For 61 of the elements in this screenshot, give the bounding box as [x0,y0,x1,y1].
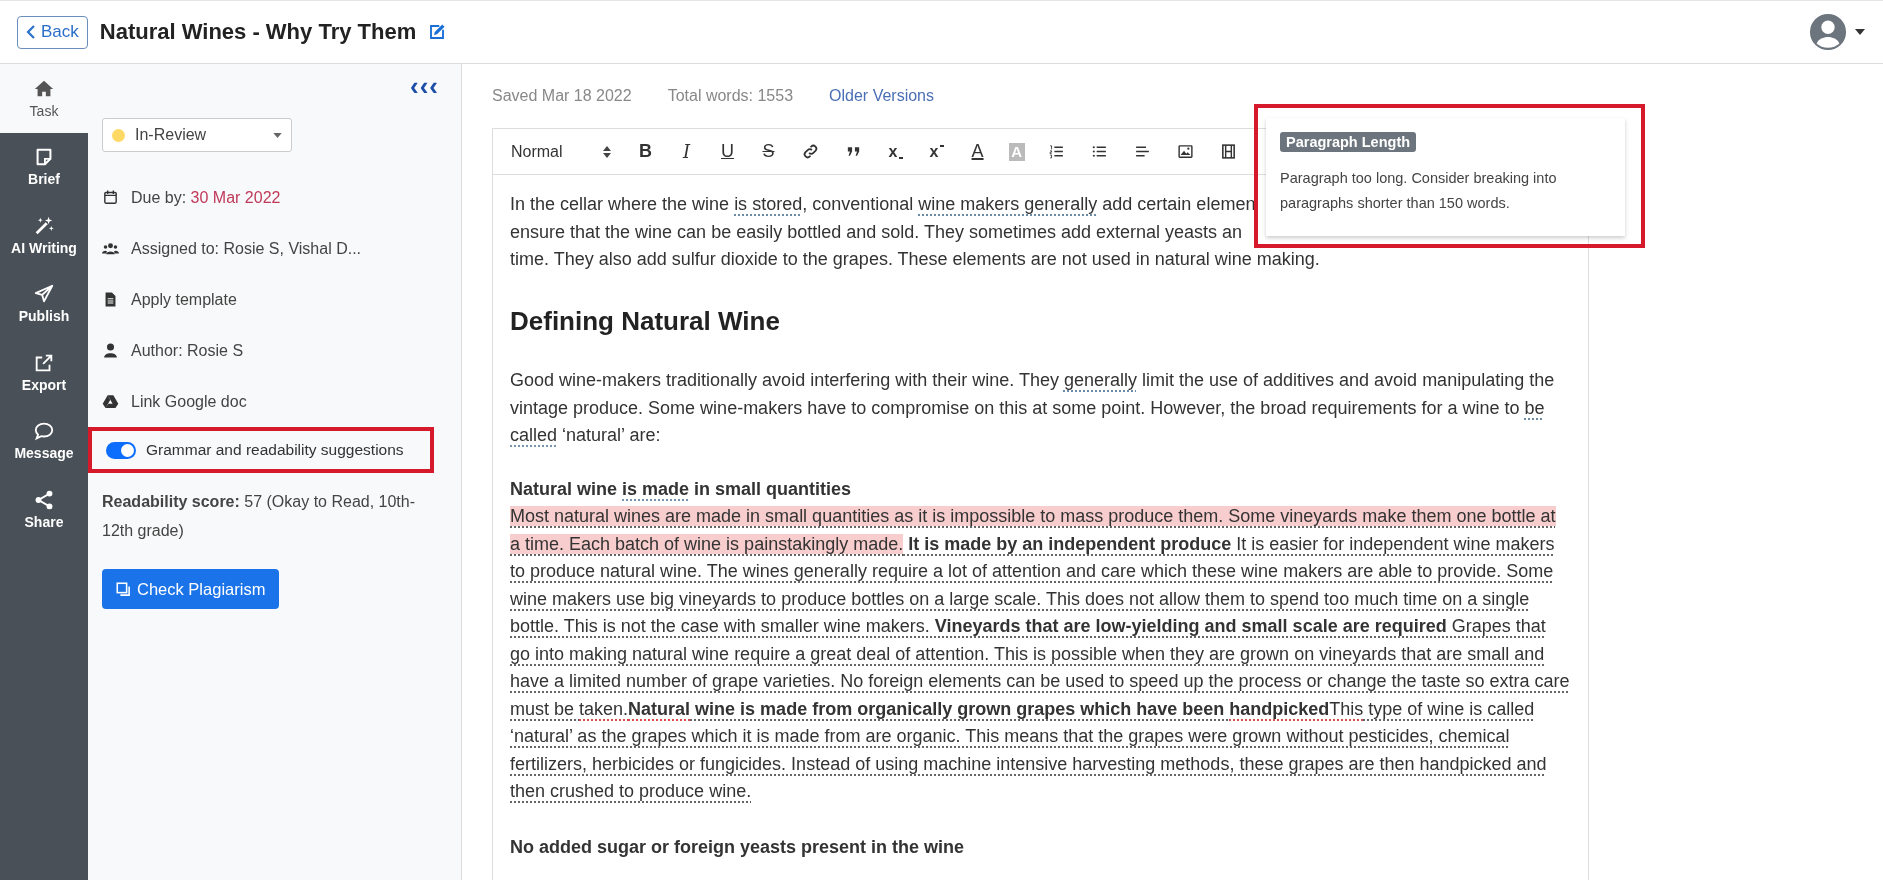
toggle-label: Grammar and readability suggestions [146,441,404,459]
saved-date: Saved Mar 18 2022 [492,87,632,105]
users-icon [102,240,119,257]
sidebar-item[interactable]: Export [0,338,88,407]
sidebar-item[interactable]: Brief [0,132,88,201]
sort-arrows-icon [602,145,611,158]
older-versions-link[interactable]: Older Versions [829,87,934,105]
share-icon [33,488,55,511]
bullet-list-icon[interactable] [1091,143,1109,160]
align-left-icon[interactable] [1134,143,1152,160]
detail-text: Apply template [131,290,237,309]
sidebar-item[interactable]: Share [0,475,88,544]
edit-icon [428,23,447,41]
sidebar-item[interactable]: Publish [0,269,88,338]
readability-score: Readability score: 57 (Okay to Read, 10th-12th grade) [102,492,417,541]
chevron-left-icon [26,24,36,40]
strike-button[interactable]: S [758,138,779,165]
suggestion-tag: Paragraph Length [1280,132,1417,152]
superscript-button[interactable]: x [926,138,947,165]
collapse-button[interactable]: ‹‹‹ [410,76,439,96]
text-line: ensure that the wine can be easily bottled and sold. They sometimes add external yeasts an [510,220,1243,244]
link-icon[interactable] [802,143,820,160]
paragraph-heading: No added sugar or foreign yeasts present in the wine [510,835,966,859]
caret-down-icon [1855,29,1865,35]
detail-text: Author: Rosie S [131,341,244,360]
paragraph: Most natural wines are made in small quantities as it is impossible to mass produce them. Some vineyards make them one bottle at a time. Each batch of wine is painstakingly made. It is made by an independent produce It is easier for independent wine makers to produce natural wine. The wines generally require a lot of attention and care which these wine makers are able to provide. Some wine makers use big vineyards to produce bottles on a large scale. This does not allow them to spend too much time on a single bottle. This is not the case with smaller wine makers. Vineyards that are low-yielding and small scale are required Grapes that go into making natural wine require a great deal of attention. This is possible when they are grown on vineyards that are small and have a limited number of grape varieties. No foreign elements can be used to speed up the process or change the taste so extra care must be taken.Natural wine is made from organically grown grapes which have been handpickedThis type of wine is called ‘natural’ as the grapes which it is made from are organic. This means that the grapes were grown without pesticides, chemical fertilizers, herbicides or fungicides. Instead of using machine intensive harvesting methods, these grapes are then handpicked and then crushed to produce wine. [510,505,1570,803]
image-icon[interactable] [1177,143,1195,160]
status-dropdown[interactable]: In-Review [102,118,292,152]
sidebar-item[interactable]: Task [0,64,88,133]
format-dropdown[interactable]: Normal [511,138,611,165]
word-count: Total words: 1553 [667,87,794,105]
text-line: time. They also add sulfur dioxide to the grapes. These elements are not used in natural wine making. [510,248,1320,271]
caret-down-icon [273,132,282,138]
document-title: Natural Wines - Why Try Them [99,19,417,45]
bold-button[interactable]: B [635,138,656,165]
detail-text: Assigned to: Rosie S, Vishal D... [131,239,362,258]
film-icon[interactable] [1220,143,1238,160]
magic-wand-icon [33,214,55,237]
check-plagiarism-button[interactable]: Check Plagiarism [102,569,280,609]
user-avatar-icon [1809,13,1847,51]
chat-bubble-icon [33,420,55,443]
drive-icon [102,393,119,410]
back-button[interactable]: Back [17,15,88,49]
copy-icon [116,581,131,597]
paragraph: Good wine-makers traditionally avoid interfering with their wine. They generally limit the use of additives and avoid manipulating the vintage produce. Some wine-makers have to compromise on this at some point. However, the broad requirements for a wine to be called ‘natural’ are: [510,369,1556,447]
detail-text: Due by: 30 Mar 2022 [131,188,281,207]
underline-button[interactable]: U [717,138,738,165]
section-heading: Defining Natural Wine [510,307,781,335]
sidebar-item[interactable]: Message [0,406,88,475]
font-color-button[interactable]: A [967,138,988,165]
text-line: In the cellar where the wine is stored, conventional wine makers generally add certain elemen [510,193,1256,217]
detail-text: Link Google doc [131,392,247,411]
calendar-icon [102,189,119,206]
italic-button[interactable]: I [676,138,697,165]
suggestion-message: Paragraph too long. Consider breaking into paragraphs shorter than 150 words. [1280,169,1558,213]
paragraph-heading: Natural wine is made in small quantities [510,477,853,501]
sidebar-item[interactable]: AI Writing [0,201,88,270]
toggle-switch[interactable] [106,441,136,459]
subscript-button[interactable]: x [885,138,906,165]
numbered-list-icon[interactable] [1048,143,1066,160]
user-icon [102,342,119,359]
